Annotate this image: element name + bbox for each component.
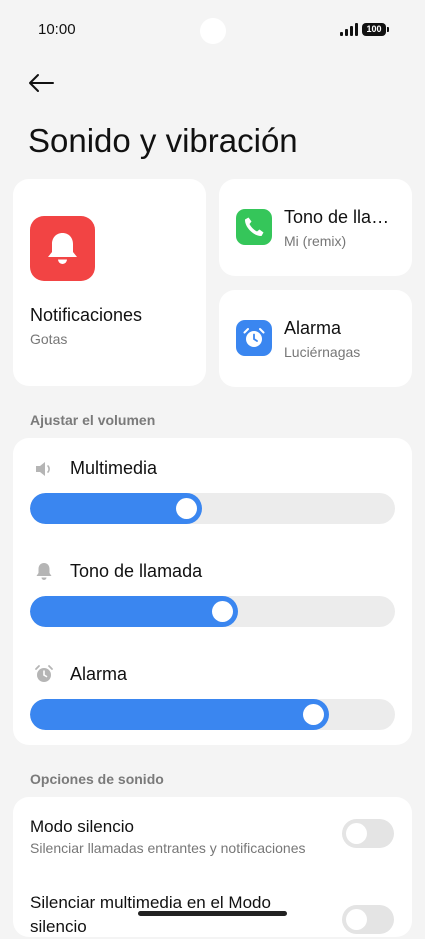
bell-icon xyxy=(36,563,52,580)
camera-cutout xyxy=(200,18,226,44)
slider-thumb[interactable] xyxy=(212,601,233,622)
volume-card: Multimedia Tono de llamada Alarma xyxy=(13,438,412,745)
toggle-knob xyxy=(346,909,367,930)
volume-section-label: Ajustar el volumen xyxy=(30,412,156,428)
alarm-clock-icon xyxy=(236,320,272,356)
ringtone-title: Tono de lla… xyxy=(284,207,390,227)
alarm-clock-icon xyxy=(35,665,53,682)
status-bar: 10:00 100 xyxy=(0,0,425,60)
volume-label-media: Multimedia xyxy=(70,458,158,478)
slider-thumb[interactable] xyxy=(303,704,324,725)
slider-media[interactable] xyxy=(30,493,395,524)
notifications-card[interactable]: Notificaciones Gotas xyxy=(13,179,206,386)
ringtone-subtitle: Mi (remix) xyxy=(284,233,347,249)
page-title: Sonido y vibración xyxy=(28,122,298,159)
bell-icon xyxy=(30,216,95,281)
sound-options-section-label: Opciones de sonido xyxy=(30,771,164,787)
arrow-left-icon xyxy=(29,74,54,92)
notifications-title: Notificaciones xyxy=(30,305,143,325)
phone-icon xyxy=(236,209,272,245)
sound-options-card: Modo silencio Silenciar llamadas entrant… xyxy=(13,797,412,937)
alarm-card[interactable]: Alarma Luciérnagas xyxy=(219,290,412,387)
battery-icon: 100 xyxy=(362,23,389,36)
slider-alarm[interactable] xyxy=(30,699,395,730)
slider-fill xyxy=(30,596,238,627)
notifications-subtitle: Gotas xyxy=(30,331,68,347)
toggle-knob xyxy=(346,823,367,844)
silent-mode-toggle[interactable] xyxy=(342,819,394,848)
slider-ringtone[interactable] xyxy=(30,596,395,627)
speaker-icon xyxy=(36,462,50,476)
volume-label-ringtone: Tono de llamada xyxy=(70,561,203,581)
volume-label-alarm: Alarma xyxy=(70,664,128,684)
silent-mode-subtitle: Silenciar llamadas entrantes y notificac… xyxy=(30,840,306,856)
home-indicator[interactable] xyxy=(138,911,287,916)
silent-mode-title: Modo silencio xyxy=(30,817,134,836)
silence-media-toggle[interactable] xyxy=(342,905,394,934)
alarm-subtitle: Luciérnagas xyxy=(284,344,361,360)
slider-fill xyxy=(30,699,329,730)
alarm-title: Alarma xyxy=(284,318,342,338)
status-time: 10:00 xyxy=(38,21,76,38)
ringtone-card[interactable]: Tono de lla… Mi (remix) xyxy=(219,179,412,276)
slider-thumb[interactable] xyxy=(176,498,197,519)
signal-icon xyxy=(340,23,358,36)
back-button[interactable] xyxy=(26,68,62,98)
